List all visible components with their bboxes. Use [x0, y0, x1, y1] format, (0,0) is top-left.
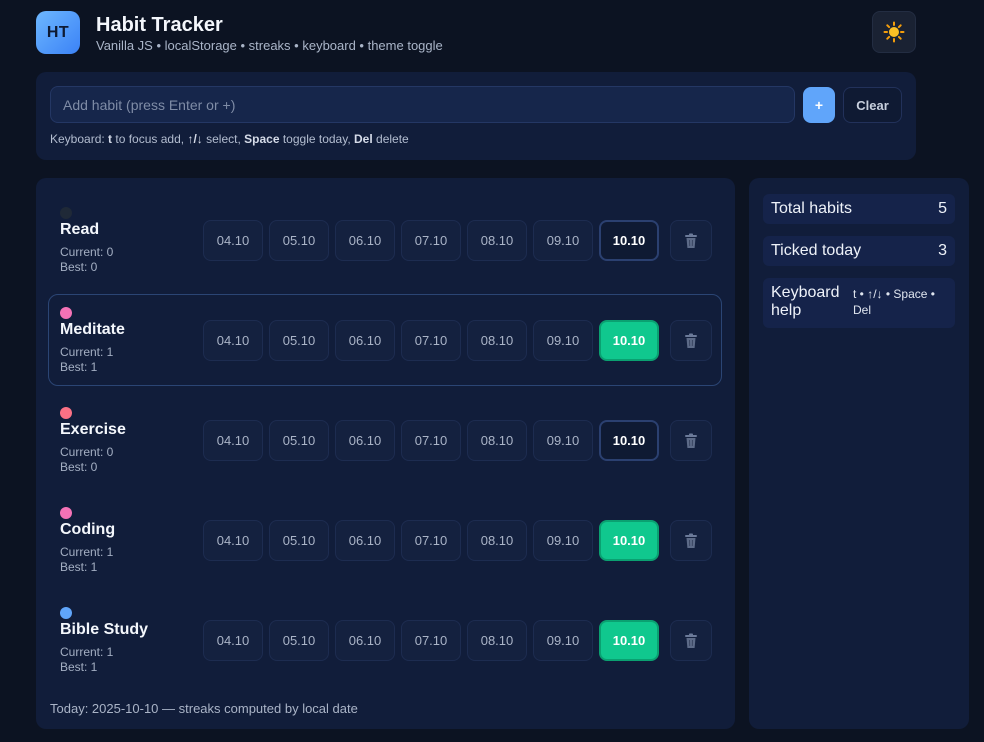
day-cell[interactable]: 06.10 — [335, 220, 395, 261]
day-cell[interactable]: 05.10 — [269, 220, 329, 261]
habit-current-streak: Current: 1 — [60, 345, 114, 359]
day-cell[interactable]: 07.10 — [401, 420, 461, 461]
theme-toggle-button[interactable] — [872, 11, 916, 53]
delete-habit-button[interactable] — [670, 320, 712, 361]
app-title: Habit Tracker — [96, 14, 223, 36]
habit-color-dot — [60, 207, 72, 219]
stat-ticked-value: 3 — [938, 242, 947, 259]
day-cell[interactable]: 07.10 — [401, 220, 461, 261]
app-subtitle: Vanilla JS • localStorage • streaks • ke… — [96, 38, 443, 53]
stat-keyboard-help: Keyboard help t • ↑/↓ • Space • Del — [763, 278, 955, 328]
sun-icon — [883, 21, 905, 43]
clear-button[interactable]: Clear — [843, 87, 902, 123]
delete-habit-button[interactable] — [670, 520, 712, 561]
add-habit-input[interactable] — [50, 86, 795, 123]
habit-current-streak: Current: 0 — [60, 245, 114, 259]
trash-icon — [685, 633, 697, 648]
day-cell[interactable]: 07.10 — [401, 320, 461, 361]
trash-icon — [685, 433, 697, 448]
habit-row[interactable]: Exercise Current: 0 Best: 0 04.10 05.10 06.10… — [48, 394, 722, 486]
app-header: HT Habit Tracker Vanilla JS • localStora… — [36, 11, 916, 55]
habit-best-streak: Best: 1 — [60, 560, 98, 574]
day-cell[interactable]: 07.10 — [401, 520, 461, 561]
day-cell[interactable]: 09.10 — [533, 620, 593, 661]
day-cell[interactable]: 08.10 — [467, 320, 527, 361]
habit-row[interactable]: Coding Current: 1 Best: 1 04.10 05.10 06.10 07… — [48, 494, 722, 586]
stat-ticked-today: Ticked today 3 — [763, 236, 955, 266]
day-cell-today[interactable]: 10.10 — [599, 520, 659, 561]
habit-color-dot — [60, 507, 72, 519]
day-cell[interactable]: 06.10 — [335, 520, 395, 561]
day-cell[interactable]: 08.10 — [467, 620, 527, 661]
stat-total-habits: Total habits 5 — [763, 194, 955, 224]
habit-row[interactable]: Read Current: 0 Best: 0 04.10 05.10 06.10 07.1… — [48, 194, 722, 286]
stat-ticked-label: Ticked today — [771, 242, 862, 259]
day-cell[interactable]: 05.10 — [269, 620, 329, 661]
habit-color-dot — [60, 307, 72, 319]
day-cell[interactable]: 08.10 — [467, 420, 527, 461]
day-cell-today[interactable]: 10.10 — [599, 420, 659, 461]
habit-best-streak: Best: 0 — [60, 260, 98, 274]
day-cell[interactable]: 04.10 — [203, 320, 263, 361]
day-cell[interactable]: 04.10 — [203, 620, 263, 661]
habit-best-streak: Best: 1 — [60, 660, 98, 674]
habit-name: Meditate — [60, 321, 125, 338]
habit-current-streak: Current: 0 — [60, 445, 114, 459]
day-cell[interactable]: 09.10 — [533, 420, 593, 461]
habit-color-dot — [60, 607, 72, 619]
day-cell[interactable]: 04.10 — [203, 420, 263, 461]
app-logo: HT — [36, 11, 80, 54]
day-cell[interactable]: 05.10 — [269, 520, 329, 561]
habit-current-streak: Current: 1 — [60, 645, 114, 659]
delete-habit-button[interactable] — [670, 620, 712, 661]
day-cell[interactable]: 09.10 — [533, 320, 593, 361]
stat-help-text: t • ↑/↓ • Space • Del — [853, 287, 935, 317]
day-cell[interactable]: 08.10 — [467, 520, 527, 561]
day-cell[interactable]: 04.10 — [203, 220, 263, 261]
stat-total-label: Total habits — [771, 200, 852, 217]
habit-name: Exercise — [60, 421, 126, 438]
day-cell-today[interactable]: 10.10 — [599, 320, 659, 361]
keyboard-hint: Keyboard: t to focus add, ↑/↓ select, Sp… — [50, 132, 409, 146]
stat-help-label: Keyboard help — [771, 284, 840, 319]
habit-row[interactable]: Bible Study Current: 1 Best: 1 04.10 05.10 06… — [48, 594, 722, 686]
footer-today-note: Today: 2025-10-10 — streaks computed by … — [50, 701, 358, 716]
add-habit-panel: + Clear Keyboard: t to focus add, ↑/↓ se… — [36, 72, 916, 160]
habit-best-streak: Best: 0 — [60, 460, 98, 474]
day-cell[interactable]: 06.10 — [335, 320, 395, 361]
day-cell[interactable]: 06.10 — [335, 620, 395, 661]
trash-icon — [685, 533, 697, 548]
stats-panel: Total habits 5 Ticked today 3 Keyboard h… — [749, 178, 969, 729]
day-cell[interactable]: 09.10 — [533, 220, 593, 261]
day-cell[interactable]: 05.10 — [269, 420, 329, 461]
day-cell[interactable]: 06.10 — [335, 420, 395, 461]
delete-habit-button[interactable] — [670, 220, 712, 261]
trash-icon — [685, 233, 697, 248]
habit-name: Coding — [60, 521, 116, 538]
day-cell[interactable]: 08.10 — [467, 220, 527, 261]
day-cell-today[interactable]: 10.10 — [599, 220, 659, 261]
habit-best-streak: Best: 1 — [60, 360, 98, 374]
habit-name: Bible Study — [60, 621, 149, 638]
habit-row[interactable]: Meditate Current: 1 Best: 1 04.10 05.10 06.10… — [48, 294, 722, 386]
day-cell[interactable]: 09.10 — [533, 520, 593, 561]
habit-color-dot — [60, 407, 72, 419]
day-cell[interactable]: 07.10 — [401, 620, 461, 661]
habit-current-streak: Current: 1 — [60, 545, 114, 559]
day-cell-today[interactable]: 10.10 — [599, 620, 659, 661]
stat-total-value: 5 — [938, 200, 947, 217]
habit-name: Read — [60, 221, 100, 238]
habits-panel: Today: 2025-10-10 — streaks computed by … — [36, 178, 735, 729]
day-cell[interactable]: 05.10 — [269, 320, 329, 361]
delete-habit-button[interactable] — [670, 420, 712, 461]
day-cell[interactable]: 04.10 — [203, 520, 263, 561]
add-habit-button[interactable]: + — [803, 87, 835, 123]
trash-icon — [685, 333, 697, 348]
